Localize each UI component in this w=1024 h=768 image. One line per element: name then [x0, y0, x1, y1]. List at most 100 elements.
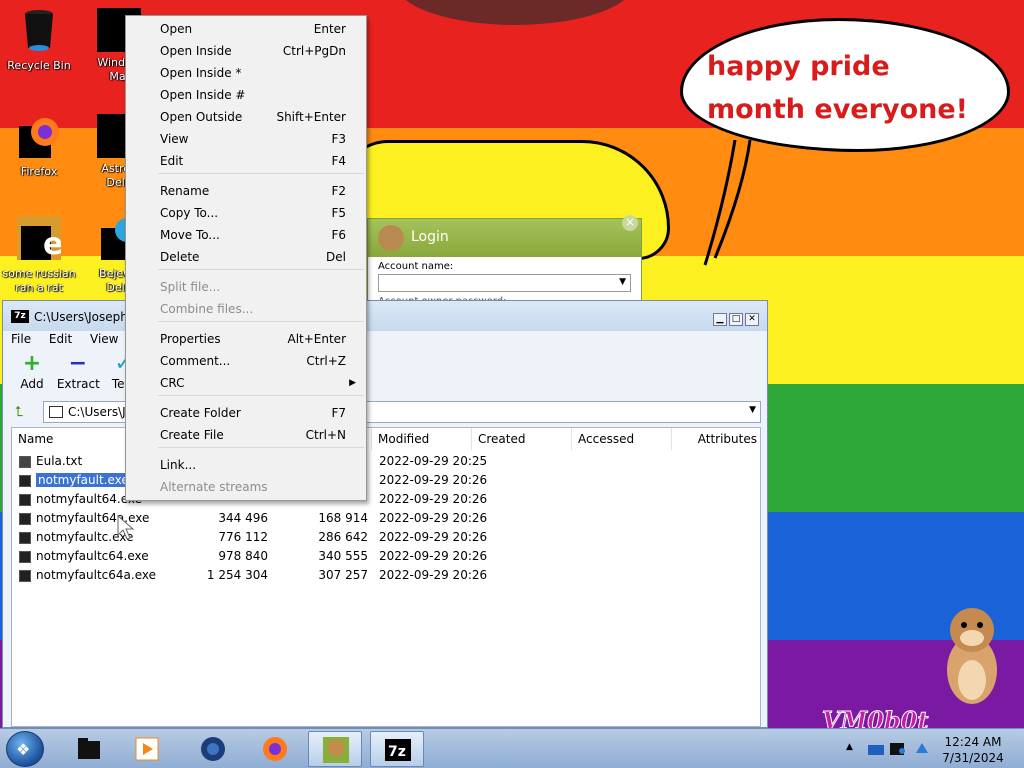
menu-item-create-folder[interactable]: Create Folder F7	[126, 402, 366, 424]
menu-item-label: Open	[160, 22, 193, 36]
taskbar-7zip[interactable]: 7z	[370, 731, 424, 767]
network-globe-icon	[201, 737, 225, 761]
menu-item-label: Create File	[160, 428, 224, 442]
menu-item-link[interactable]: Link...	[126, 454, 366, 476]
menu-item-view[interactable]: View F3	[126, 128, 366, 150]
menu-item-shortcut: Del	[326, 250, 346, 264]
file-list: Name Modified Created Accessed Attribute…	[11, 427, 761, 727]
column-header-accessed[interactable]: Accessed	[572, 428, 672, 450]
menu-item-open-outside[interactable]: Open Outside Shift+Enter	[126, 106, 366, 128]
column-header-modified[interactable]: Modified	[372, 428, 472, 450]
file-size: 978 840	[218, 549, 268, 563]
menu-item-label: Alternate streams	[160, 480, 268, 494]
menu-item-rename[interactable]: Rename F2	[126, 180, 366, 202]
taskbar-firefox[interactable]	[248, 731, 302, 767]
menu-file[interactable]: File	[11, 332, 31, 346]
menu-item-edit[interactable]: Edit F4	[126, 150, 366, 172]
file-row[interactable]: notmyfaultc64.exe 978 840 340 555 2022-09-2…	[12, 547, 760, 566]
menu-separator	[158, 269, 364, 270]
account-name-field[interactable]: ▼	[378, 274, 631, 292]
file-name: Eula.txt	[36, 454, 83, 468]
taskbar-media-player[interactable]	[120, 731, 174, 767]
address-bar: ⮤ C:\Users\Jo ▼	[11, 401, 761, 423]
menu-item-label: Copy To...	[160, 206, 219, 220]
desktop-icon-game[interactable]: e some russian ran a rat	[0, 216, 78, 295]
mouse-cursor-icon	[117, 515, 135, 540]
menu-item-label: Combine files...	[160, 302, 254, 316]
menu-edit[interactable]: Edit	[49, 332, 72, 346]
clock[interactable]: 12:24 AM 7/31/2024	[940, 734, 1006, 766]
desktop-icon-firefox[interactable]: Firefox	[0, 114, 78, 179]
7zip-icon: 7z	[11, 310, 29, 323]
svg-text:e: e	[43, 227, 61, 260]
menu-item-label: Open Outside	[160, 110, 243, 124]
window-titlebar[interactable]: 7z C:\Users\Joseph E ▁ □ ✕	[3, 301, 767, 331]
file-modified: 2022-09-29 20:25	[379, 454, 488, 468]
vmobot-watermark: VM0b0t	[821, 706, 929, 729]
menu-separator	[158, 395, 364, 396]
menu-item-label: CRC	[160, 376, 185, 390]
menu-item-move-to[interactable]: Move To... F6	[126, 224, 366, 246]
file-name: notmyfaultc64a.exe	[36, 568, 156, 582]
menu-item-create-file[interactable]: Create File Ctrl+N	[126, 424, 366, 446]
menu-item-comment[interactable]: Comment... Ctrl+Z	[126, 350, 366, 372]
menu-item-label: Properties	[160, 332, 221, 346]
address-text: C:\Users\Jo	[68, 405, 133, 419]
context-menu: Open Enter Open Inside Ctrl+PgDn Open Inside…	[125, 15, 367, 501]
file-manager-window: 7z C:\Users\Joseph E ▁ □ ✕ File Edit View …	[2, 300, 768, 728]
sandboxie-icon	[323, 737, 349, 763]
menu-item-alternate-streams: Alternate streams	[126, 476, 366, 498]
menu-item-open[interactable]: Open Enter	[126, 18, 366, 40]
7zip-icon: 7z	[385, 739, 411, 761]
start-orb-icon: ❖	[16, 740, 31, 759]
menu-item-properties[interactable]: Properties Alt+Enter	[126, 328, 366, 350]
menu-item-shortcut: Shift+Enter	[276, 110, 346, 124]
close-icon: ×	[624, 215, 636, 229]
taskbar-network[interactable]	[186, 731, 240, 767]
menu-item-open-inside[interactable]: Open Inside Ctrl+PgDn	[126, 40, 366, 62]
menu-view[interactable]: View	[90, 332, 118, 346]
minimize-button[interactable]: ▁	[713, 313, 727, 326]
menu-item-label: Open Inside	[160, 44, 232, 58]
add-button[interactable]: + Add	[11, 351, 53, 391]
menu-item-label: Create Folder	[160, 406, 241, 420]
chevron-down-icon[interactable]: ▼	[749, 405, 756, 415]
column-header-attributes[interactable]: Attributes	[672, 428, 760, 450]
maximize-button[interactable]: □	[729, 313, 743, 326]
account-name-label: Account name:	[378, 261, 454, 272]
login-close-button[interactable]: ×	[622, 215, 638, 231]
network-tray-icon[interactable]	[912, 739, 932, 759]
show-hidden-icons-button[interactable]: ▲	[846, 742, 853, 752]
start-button[interactable]: ❖	[6, 731, 44, 767]
menu-item-label: Split file...	[160, 280, 221, 294]
file-packed-size: 340 555	[318, 549, 368, 563]
column-header-created[interactable]: Created	[472, 428, 572, 450]
window-controls: ▁ □ ✕	[711, 310, 759, 326]
desktop-icon-recycle-bin[interactable]: Recycle Bin	[0, 8, 78, 73]
menu-item-delete[interactable]: Delete Del	[126, 246, 366, 268]
menu-item-copy-to[interactable]: Copy To... F5	[126, 202, 366, 224]
hamster-avatar-icon	[378, 225, 404, 251]
menu-item-shortcut: F2	[331, 184, 346, 198]
menu-item-open-inside[interactable]: Open Inside #	[126, 84, 366, 106]
exe-file-icon	[19, 570, 31, 582]
menu-item-combine-files: Combine files...	[126, 298, 366, 320]
menu-item-shortcut: Ctrl+N	[305, 428, 346, 442]
vm-tray-icon[interactable]	[866, 739, 886, 759]
extract-button[interactable]: − Extract	[57, 351, 100, 391]
file-row[interactable]: notmyfaultc64a.exe 1 254 304 307 257 2022-0…	[12, 566, 760, 585]
menu-separator	[158, 447, 364, 448]
folder-icon	[49, 406, 63, 418]
menu-item-crc[interactable]: CRC ▶	[126, 372, 366, 394]
speech-bubble-text: happy pride month everyone!	[707, 51, 968, 125]
menu-item-open-inside[interactable]: Open Inside *	[126, 62, 366, 84]
taskbar: ❖ 7z ▲ 12:24 AM 7/31/2024	[0, 728, 1024, 768]
chevron-down-icon[interactable]: ▼	[619, 277, 626, 287]
taskbar-sandboxie[interactable]	[308, 731, 362, 767]
close-button[interactable]: ✕	[745, 313, 759, 326]
exe-file-icon	[19, 494, 31, 506]
menu-item-shortcut: F7	[331, 406, 346, 420]
device-tray-icon[interactable]	[888, 739, 908, 759]
taskbar-file-explorer[interactable]	[62, 731, 116, 767]
folder-up-button[interactable]: ⮤	[15, 403, 33, 421]
